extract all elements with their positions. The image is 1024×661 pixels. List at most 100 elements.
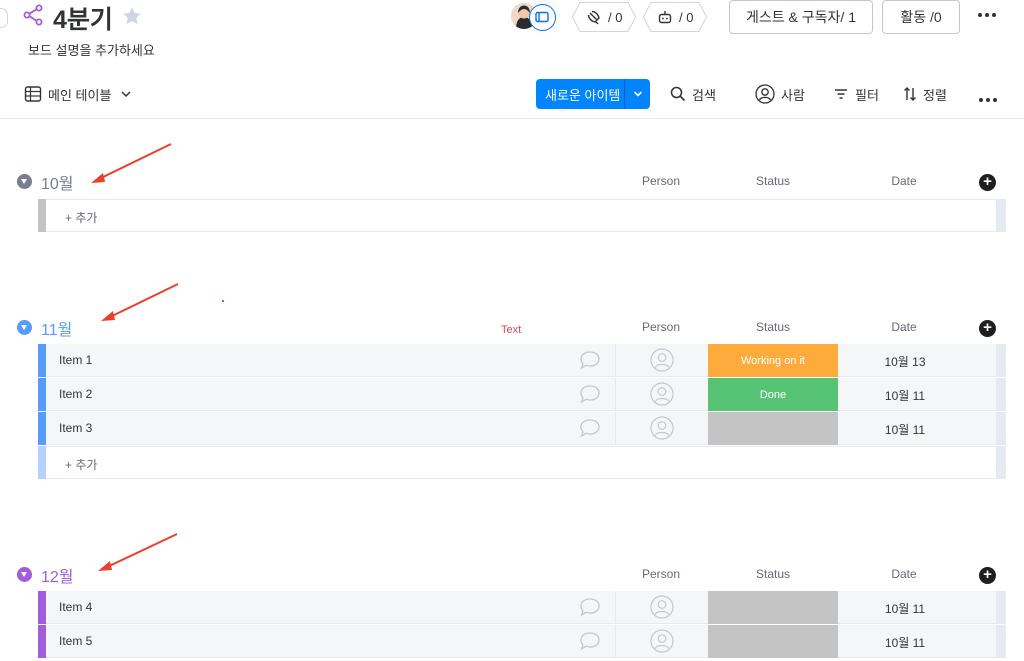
- table-row[interactable]: Item 3 10월 11: [38, 412, 1006, 445]
- collapse-handle[interactable]: [0, 8, 8, 28]
- status-cell[interactable]: Working on it: [708, 344, 838, 377]
- row-end-cap: [996, 378, 1006, 411]
- status-cell[interactable]: Done: [708, 378, 838, 411]
- group-collapse-toggle[interactable]: [17, 567, 32, 582]
- date-cell[interactable]: 10월 11: [838, 421, 972, 438]
- group-color-bar: [38, 344, 46, 377]
- view-selector[interactable]: 메인 테이블: [24, 83, 139, 105]
- add-item-label[interactable]: + 추가: [65, 456, 97, 473]
- add-item-label[interactable]: + 추가: [65, 209, 97, 226]
- add-item-row[interactable]: + 추가: [38, 446, 1006, 479]
- person-placeholder-icon[interactable]: [650, 595, 674, 619]
- annotation-dot: [222, 300, 224, 302]
- comment-bubble-icon[interactable]: [578, 384, 602, 404]
- search-label: 검색: [692, 87, 716, 103]
- search-icon: [670, 86, 686, 102]
- share-icon: [23, 4, 43, 26]
- status-cell[interactable]: [708, 625, 838, 658]
- row-end-cap: [996, 446, 1006, 479]
- comment-bubble-icon[interactable]: [578, 418, 602, 438]
- person-filter-button[interactable]: 사람: [755, 83, 805, 105]
- updates-counter[interactable]: / 0: [572, 2, 636, 32]
- add-item-row[interactable]: + 추가: [38, 199, 1006, 232]
- new-item-dropdown[interactable]: [625, 88, 650, 100]
- item-name[interactable]: Item 5: [59, 634, 92, 648]
- row-end-cap: [996, 344, 1006, 377]
- person-placeholder-icon[interactable]: [650, 382, 674, 406]
- row-end-cap: [996, 199, 1006, 232]
- group-color-bar: [38, 412, 46, 445]
- sort-label: 정렬: [923, 87, 947, 103]
- row-end-cap: [996, 412, 1006, 445]
- add-column-button[interactable]: +: [979, 567, 996, 584]
- subscriber-badge[interactable]: [529, 4, 556, 31]
- column-header-date[interactable]: Date: [872, 174, 936, 188]
- add-column-button[interactable]: +: [979, 174, 996, 191]
- board-description[interactable]: 보드 설명을 추가하세요: [28, 40, 155, 59]
- person-placeholder-icon[interactable]: [650, 348, 674, 372]
- item-name[interactable]: Item 2: [59, 387, 92, 401]
- column-header-person[interactable]: Person: [628, 174, 694, 188]
- filter-label: 필터: [855, 87, 879, 103]
- filter-button[interactable]: 필터: [833, 83, 879, 105]
- table-row[interactable]: Item 5 10월 11: [38, 625, 1006, 658]
- column-header-status[interactable]: Status: [740, 320, 806, 334]
- comment-bubble-icon[interactable]: [578, 597, 602, 617]
- date-cell[interactable]: 10월 11: [838, 634, 972, 651]
- group-title[interactable]: 12월: [41, 563, 74, 587]
- column-header-person[interactable]: Person: [628, 567, 694, 581]
- guests-subscribers-button[interactable]: 게스트 & 구독자/ 1: [729, 0, 873, 34]
- row-end-cap: [996, 625, 1006, 658]
- person-label: 사람: [781, 87, 805, 103]
- group-collapse-toggle[interactable]: [17, 320, 32, 335]
- person-placeholder-icon[interactable]: [650, 629, 674, 653]
- column-header-status[interactable]: Status: [740, 567, 806, 581]
- column-header-person[interactable]: Person: [628, 320, 694, 334]
- person-placeholder-icon[interactable]: [650, 416, 674, 440]
- automations-count: / 0: [679, 9, 694, 25]
- chevron-down-icon: [633, 91, 642, 97]
- table-row[interactable]: Item 4 10월 11: [38, 591, 1006, 624]
- date-cell[interactable]: 10월 11: [838, 387, 972, 404]
- status-cell[interactable]: [708, 412, 838, 445]
- new-item-label[interactable]: 새로운 아이템: [536, 85, 624, 104]
- automations-counter[interactable]: / 0: [643, 2, 707, 32]
- group-color-bar: [38, 446, 46, 479]
- annotation-text: Text: [501, 324, 522, 336]
- view-label: 메인 테이블: [48, 87, 112, 103]
- item-name[interactable]: Item 4: [59, 600, 92, 614]
- status-cell[interactable]: [708, 591, 838, 624]
- add-column-button[interactable]: +: [979, 320, 996, 337]
- group-title[interactable]: 11월: [41, 316, 72, 340]
- item-name[interactable]: Item 1: [59, 353, 92, 367]
- column-header-date[interactable]: Date: [872, 567, 936, 581]
- group-title[interactable]: 10월: [41, 170, 74, 194]
- updates-count: / 0: [608, 9, 623, 25]
- new-item-button[interactable]: 새로운 아이템: [536, 79, 650, 109]
- column-header-date[interactable]: Date: [872, 320, 936, 334]
- item-name[interactable]: Item 3: [59, 421, 92, 435]
- comment-bubble-icon[interactable]: [578, 350, 602, 370]
- column-header-status[interactable]: Status: [740, 174, 806, 188]
- group-color-bar: [38, 199, 46, 232]
- annotation-arrow-icon: [101, 283, 179, 321]
- table-row[interactable]: Item 2 Done 10월 11: [38, 378, 1006, 411]
- sort-button[interactable]: 정렬: [903, 83, 947, 105]
- group-collapse-toggle[interactable]: [17, 174, 32, 189]
- star-icon[interactable]: [121, 5, 143, 27]
- comment-bubble-icon[interactable]: [578, 631, 602, 651]
- search-button[interactable]: 검색: [670, 83, 716, 105]
- date-cell[interactable]: 10월 11: [838, 600, 972, 617]
- table-row[interactable]: Item 1 Working on it 10월 13: [38, 344, 1006, 377]
- cell-divider: [615, 378, 616, 411]
- board-toolbar: 메인 테이블 새로운 아이템 검색 사람 필터 정렬: [0, 75, 1024, 119]
- cell-divider: [615, 591, 616, 624]
- board-title[interactable]: 4분기: [53, 0, 113, 36]
- cell-divider: [615, 344, 616, 377]
- date-cell[interactable]: 10월 13: [838, 353, 972, 370]
- toolbar-more-icon[interactable]: [977, 89, 1005, 111]
- activity-button[interactable]: 활동 /0: [882, 0, 960, 34]
- more-options-icon[interactable]: [976, 8, 998, 24]
- group-color-bar: [38, 625, 46, 658]
- filter-icon: [835, 89, 847, 99]
